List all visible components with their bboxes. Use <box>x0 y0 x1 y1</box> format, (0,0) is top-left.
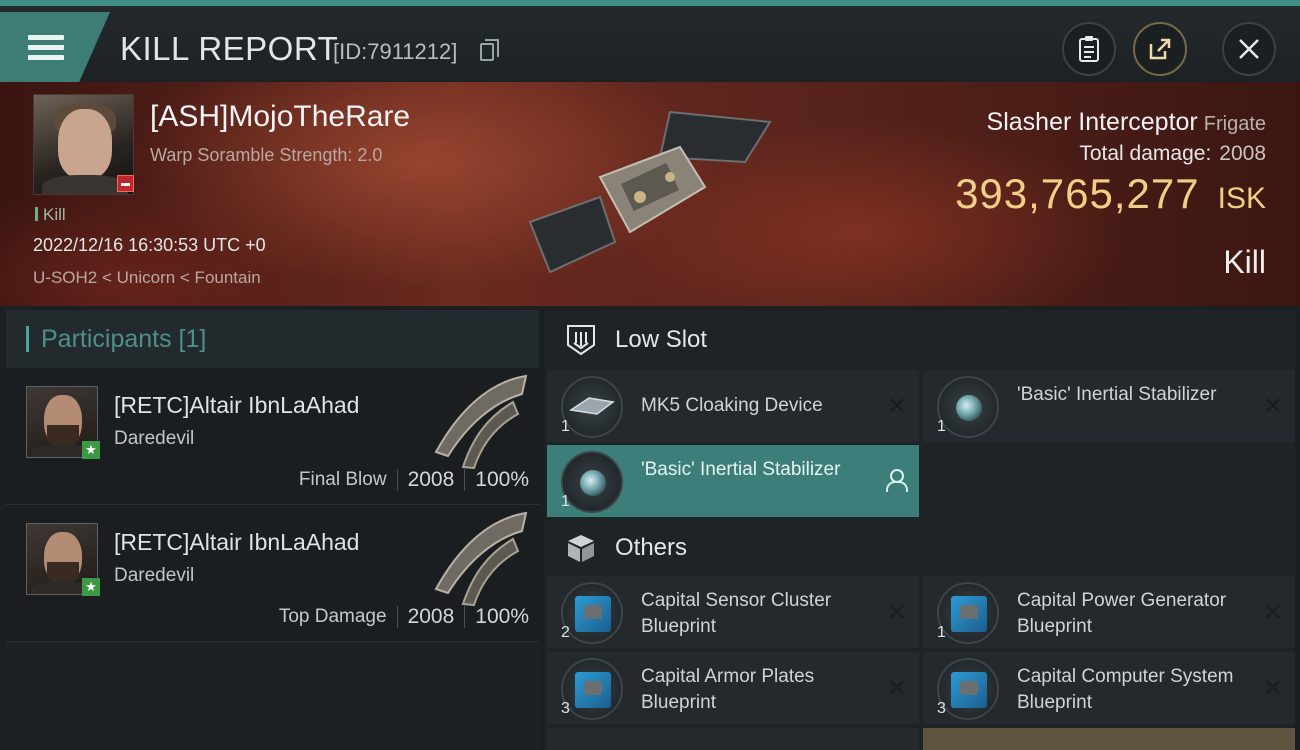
participant-stat-label: Final Blow <box>298 469 387 490</box>
fitted-module[interactable]: 1 'Basic' Inertial Stabilizer ✕ <box>923 370 1295 442</box>
close-button[interactable] <box>1222 22 1276 76</box>
total-damage-value: 2008 <box>1219 142 1266 165</box>
isk-value: 393,765,277 <box>955 170 1200 217</box>
participant-percent: 100% <box>475 468 529 491</box>
participant-damage: 2008 <box>407 605 455 628</box>
share-button[interactable] <box>1133 22 1187 76</box>
total-damage: Total damage: 2008 <box>1079 142 1266 166</box>
item-quantity: 3 <box>561 700 570 717</box>
ally-star-icon: ★ <box>82 441 100 459</box>
clipboard-icon <box>1079 36 1099 62</box>
participant-damage: 2008 <box>407 468 455 491</box>
fitted-module[interactable]: 1 MK5 Cloaking Device ✕ <box>547 370 919 442</box>
inertial-stabilizer-icon <box>937 376 999 438</box>
destroyed-x-icon: ✕ <box>886 393 907 420</box>
item-name: Capital Sensor Cluster Blueprint <box>641 590 832 637</box>
copy-icon[interactable] <box>480 39 499 61</box>
blueprint-icon <box>937 582 999 644</box>
participant-ship: Daredevil <box>114 565 195 586</box>
module-name: 'Basic' Inertial Stabilizer <box>641 459 841 480</box>
item-quantity: 3 <box>937 700 946 717</box>
cargo-item[interactable]: 2 Capital Sensor Cluster Blueprint ✕ <box>547 576 919 648</box>
participant-name[interactable]: [RETC]Altair IbnLaAhad <box>114 529 359 556</box>
low-slot-icon <box>563 322 599 358</box>
blueprint-icon <box>561 658 623 720</box>
hostile-badge-icon <box>117 175 134 192</box>
menu-icon <box>28 30 64 65</box>
isk-unit: ISK <box>1217 182 1266 215</box>
item-name: Capital Power Generator Blueprint <box>1017 590 1227 637</box>
cargo-item-partial[interactable] <box>547 728 919 750</box>
module-quantity: 1 <box>937 418 946 435</box>
others-title: Others <box>615 534 688 561</box>
cloaking-device-icon <box>561 376 623 438</box>
fitting-panel: Low Slot 1 MK5 Cloaking Device ✕ 1 'Basi… <box>545 310 1295 750</box>
cargo-item-partial[interactable] <box>923 728 1295 750</box>
victim-name[interactable]: [ASH]MojoTheRare <box>150 100 410 134</box>
participant-ship-image <box>434 374 528 470</box>
report-button[interactable] <box>1062 22 1116 76</box>
destroyed-x-icon: ✕ <box>1262 675 1283 702</box>
others-header: Others <box>545 518 1295 578</box>
blueprint-icon <box>937 658 999 720</box>
cargo-item[interactable]: 1 Capital Power Generator Blueprint ✕ <box>923 576 1295 648</box>
participant-ship: Daredevil <box>114 428 195 449</box>
participant-stats: Final Blow 2008 100% <box>299 468 529 492</box>
item-name: Capital Computer System Blueprint <box>1017 666 1234 713</box>
participants-header[interactable]: Participants [1] <box>6 310 539 368</box>
kill-location[interactable]: U-SOH2 < Unicorn < Fountain <box>33 268 261 288</box>
module-name: 'Basic' Inertial Stabilizer <box>1017 384 1217 405</box>
destroyed-x-icon: ✕ <box>886 675 907 702</box>
warp-scramble-strength: Warp Soramble Strength: 2.0 <box>150 145 383 165</box>
top-bar: KILL REPORT [ID:7911212] <box>0 0 1300 82</box>
participant-row[interactable]: ★ [RETC]Altair IbnLaAhad Daredevil Final… <box>6 368 539 505</box>
isk-value-line: 393,765,277 ISK <box>955 170 1266 218</box>
destroyed-x-icon: ✕ <box>886 599 907 626</box>
participant-stat-label: Top Damage <box>278 606 387 627</box>
participant-row[interactable]: ★ [RETC]Altair IbnLaAhad Daredevil Top D… <box>6 505 539 642</box>
module-name: MK5 Cloaking Device <box>641 395 823 416</box>
item-quantity: 1 <box>937 624 946 641</box>
kill-result: Kill <box>1223 244 1266 280</box>
ship-class: Frigate <box>1203 113 1266 135</box>
menu-button[interactable] <box>0 12 110 82</box>
kill-tag: Kill <box>35 205 66 225</box>
participants-panel: Participants [1] ★ [RETC]Altair IbnLaAha… <box>6 310 539 750</box>
kill-summary-banner: [ASH]MojoTheRare Warp Soramble Strength:… <box>0 82 1300 306</box>
dropped-person-icon <box>885 469 908 492</box>
participant-ship-image <box>434 511 528 607</box>
cargo-item[interactable]: 3 Capital Armor Plates Blueprint ✕ <box>547 652 919 724</box>
destroyed-x-icon: ✕ <box>1262 599 1283 626</box>
ship-name: Slasher Interceptor <box>986 108 1198 136</box>
participant-stats: Top Damage 2008 100% <box>279 605 529 629</box>
share-icon <box>1149 38 1171 60</box>
inertial-stabilizer-icon <box>561 451 623 513</box>
victim-ship-image <box>528 110 772 274</box>
page-title: KILL REPORT <box>120 30 339 67</box>
others-box-icon <box>563 530 599 566</box>
ally-star-icon: ★ <box>82 578 100 596</box>
module-quantity: 1 <box>561 493 570 510</box>
fitted-module-selected[interactable]: 1 'Basic' Inertial Stabilizer <box>547 445 919 517</box>
blueprint-icon <box>561 582 623 644</box>
destroyed-x-icon: ✕ <box>1262 393 1283 420</box>
item-name: Capital Armor Plates Blueprint <box>641 666 815 713</box>
kill-id: [ID:7911212] <box>333 39 458 64</box>
kill-datetime: 2022/12/16 16:30:53 UTC +0 <box>33 235 266 255</box>
close-icon <box>1239 39 1259 59</box>
participant-name[interactable]: [RETC]Altair IbnLaAhad <box>114 392 359 419</box>
cargo-item[interactable]: 3 Capital Computer System Blueprint ✕ <box>923 652 1295 724</box>
low-slot-title: Low Slot <box>615 326 708 353</box>
total-damage-label: Total damage: <box>1079 142 1212 165</box>
victim-ship[interactable]: Slasher Interceptor Frigate <box>987 108 1266 137</box>
low-slot-header: Low Slot <box>545 310 1295 370</box>
module-quantity: 1 <box>561 418 570 435</box>
item-quantity: 2 <box>561 624 570 641</box>
participant-percent: 100% <box>475 605 529 628</box>
